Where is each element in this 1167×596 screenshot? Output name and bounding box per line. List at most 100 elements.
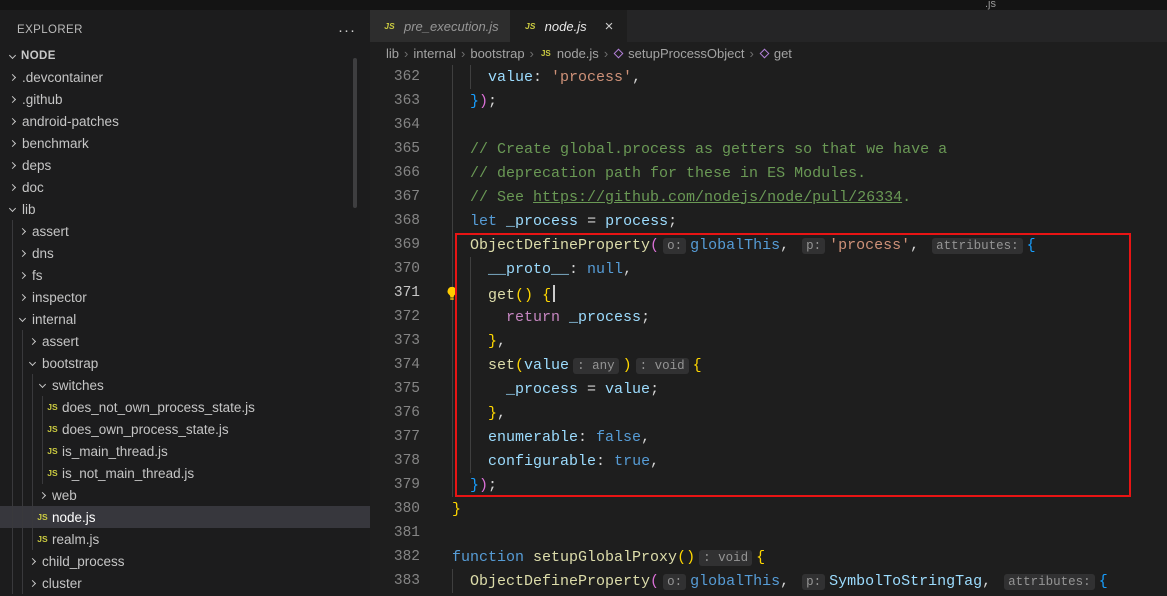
tree-item-label: does_not_own_process_state.js	[61, 400, 255, 415]
chevron-right-icon[interactable]	[4, 66, 21, 88]
breadcrumb-item-node-js[interactable]: JSnode.js	[539, 46, 599, 61]
tree-item-label: assert	[31, 224, 69, 239]
code-line-380[interactable]: 380}	[370, 497, 1167, 521]
breadcrumb-item-bootstrap[interactable]: bootstrap	[470, 46, 524, 61]
tree-folder-switches[interactable]: switches	[0, 374, 370, 396]
breadcrumb-item-setupprocessobject[interactable]: setupProcessObject	[613, 46, 744, 61]
code-line-377[interactable]: 377 enumerable: false,	[370, 425, 1167, 449]
tree-folder-devcontainer[interactable]: .devcontainer	[0, 66, 370, 88]
tree-folder-web[interactable]: web	[0, 484, 370, 506]
chevron-right-icon[interactable]	[4, 88, 21, 110]
code-line-381[interactable]: 381	[370, 521, 1167, 545]
glyph-margin	[420, 185, 452, 209]
code-line-365[interactable]: 365 // Create global.process as getters …	[370, 137, 1167, 161]
chevron-right-icon[interactable]	[14, 220, 31, 242]
js-file-icon: JS	[539, 49, 553, 58]
code-text: },	[452, 333, 506, 350]
breadcrumb-item-get[interactable]: get	[759, 46, 792, 61]
code-line-375[interactable]: 375 _process = value;	[370, 377, 1167, 401]
tree-folder-assert[interactable]: assert	[0, 220, 370, 242]
tree-folder-dns[interactable]: dns	[0, 242, 370, 264]
inlay-hint: : any	[573, 358, 619, 374]
glyph-margin	[420, 449, 452, 473]
code-line-369[interactable]: 369 ObjectDefineProperty(o:globalThis, p…	[370, 233, 1167, 257]
explorer-section-node[interactable]: NODE	[0, 46, 370, 66]
chevron-right-icon[interactable]	[24, 330, 41, 352]
code-text: }	[452, 501, 461, 518]
code-line-371[interactable]: 371 get() {	[370, 281, 1167, 305]
code-line-362[interactable]: 362 value: 'process',	[370, 65, 1167, 89]
code-line-376[interactable]: 376 },	[370, 401, 1167, 425]
code-line-383[interactable]: 383 ObjectDefineProperty(o:globalThis, p…	[370, 569, 1167, 593]
js-file-icon: JS	[44, 468, 61, 478]
code-line-378[interactable]: 378 configurable: true,	[370, 449, 1167, 473]
line-number: 381	[370, 525, 420, 541]
tab-pre-execution-js[interactable]: JSpre_execution.js	[370, 10, 511, 42]
chevron-right-icon[interactable]	[14, 286, 31, 308]
tree-folder-android-patches[interactable]: android-patches	[0, 110, 370, 132]
code-line-367[interactable]: 367 // See https://github.com/nodejs/nod…	[370, 185, 1167, 209]
tree-folder-assert[interactable]: assert	[0, 330, 370, 352]
tree-item-label: internal	[31, 312, 76, 327]
sidebar-scrollbar[interactable]	[353, 58, 357, 208]
chevron-right-icon[interactable]	[4, 176, 21, 198]
code-line-366[interactable]: 366 // deprecation path for these in ES …	[370, 161, 1167, 185]
tree-file-does-own-process-state-js[interactable]: JSdoes_own_process_state.js	[0, 418, 370, 440]
tree-folder-doc[interactable]: doc	[0, 176, 370, 198]
code-line-363[interactable]: 363 });	[370, 89, 1167, 113]
line-number: 380	[370, 501, 420, 517]
chevron-right-icon[interactable]	[4, 154, 21, 176]
chevron-right-icon[interactable]	[14, 242, 31, 264]
more-actions-icon[interactable]: ···	[338, 22, 356, 39]
tree-folder-fs[interactable]: fs	[0, 264, 370, 286]
glyph-margin	[420, 281, 452, 305]
tree-item-label: web	[51, 488, 77, 503]
tree-file-does-not-own-process-state-js[interactable]: JSdoes_not_own_process_state.js	[0, 396, 370, 418]
chevron-down-icon[interactable]	[14, 308, 31, 330]
line-number: 376	[370, 405, 420, 421]
tree-file-node-js[interactable]: JSnode.js	[0, 506, 370, 528]
code-line-372[interactable]: 372 return _process;	[370, 305, 1167, 329]
breadcrumb-item-internal[interactable]: internal	[413, 46, 456, 61]
chevron-right-icon[interactable]	[14, 264, 31, 286]
tab-node-js[interactable]: JSnode.js×	[511, 10, 628, 42]
chevron-right-icon[interactable]	[24, 572, 41, 594]
inlay-hint: attributes:	[932, 238, 1023, 254]
code-line-379[interactable]: 379 });	[370, 473, 1167, 497]
chevron-down-icon[interactable]	[34, 374, 51, 396]
tree-file-is-main-thread-js[interactable]: JSis_main_thread.js	[0, 440, 370, 462]
code-text: });	[452, 477, 497, 494]
tree-folder-bootstrap[interactable]: bootstrap	[0, 352, 370, 374]
code-text: let _process = process;	[452, 213, 677, 230]
tree-folder-cluster[interactable]: cluster	[0, 572, 370, 594]
code-line-364[interactable]: 364	[370, 113, 1167, 137]
tree-folder-deps[interactable]: deps	[0, 154, 370, 176]
tree-folder-internal[interactable]: internal	[0, 308, 370, 330]
breadcrumb-item-lib[interactable]: lib	[386, 46, 399, 61]
tree-folder-lib[interactable]: lib	[0, 198, 370, 220]
tree-file-realm-js[interactable]: JSrealm.js	[0, 528, 370, 550]
chevron-right-icon[interactable]	[4, 132, 21, 154]
chevron-right-icon[interactable]	[34, 484, 51, 506]
inlay-hint: attributes:	[1004, 574, 1095, 590]
tree-folder-benchmark[interactable]: benchmark	[0, 132, 370, 154]
tree-folder-inspector[interactable]: inspector	[0, 286, 370, 308]
glyph-margin	[420, 497, 452, 521]
code-line-368[interactable]: 368 let _process = process;	[370, 209, 1167, 233]
chevron-down-icon[interactable]	[4, 198, 21, 220]
tree-file-is-not-main-thread-js[interactable]: JSis_not_main_thread.js	[0, 462, 370, 484]
code-line-373[interactable]: 373 },	[370, 329, 1167, 353]
tree-folder-github[interactable]: .github	[0, 88, 370, 110]
js-file-icon: JS	[34, 534, 51, 544]
close-icon[interactable]: ×	[603, 18, 616, 35]
tree-item-label: benchmark	[21, 136, 89, 151]
code-line-374[interactable]: 374 set(value: any): void{	[370, 353, 1167, 377]
chevron-right-icon[interactable]	[4, 110, 21, 132]
code-line-382[interactable]: 382function setupGlobalProxy(): void{	[370, 545, 1167, 569]
chevron-separator-icon: ›	[399, 46, 413, 61]
code-line-370[interactable]: 370 __proto__: null,	[370, 257, 1167, 281]
chevron-down-icon[interactable]	[24, 352, 41, 374]
chevron-right-icon[interactable]	[24, 550, 41, 572]
tree-folder-child-process[interactable]: child_process	[0, 550, 370, 572]
code-editor[interactable]: 362 value: 'process',363 });364365 // Cr…	[370, 65, 1167, 596]
